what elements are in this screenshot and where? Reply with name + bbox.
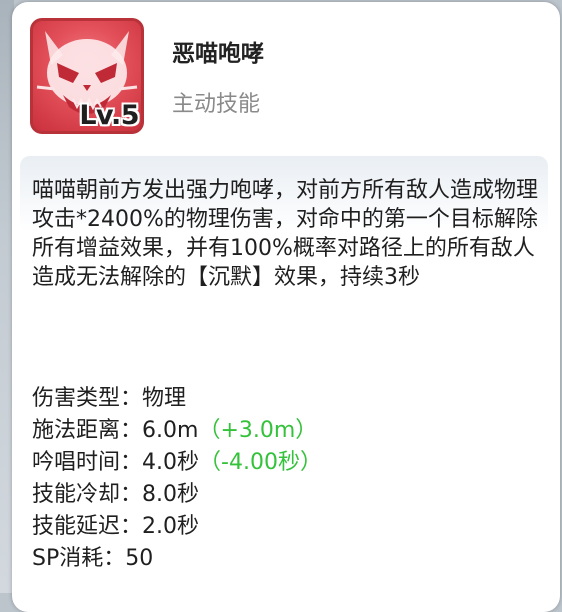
skill-name: 恶喵咆哮 <box>172 41 264 67</box>
stat-value: 6.0m <box>142 418 199 443</box>
skill-level-badge: Lv.5 <box>79 100 139 131</box>
stat-label: SP消耗： <box>32 546 126 571</box>
stat-label: 技能延迟： <box>32 514 143 539</box>
stat-bonus: （+3.0m） <box>198 418 318 443</box>
stat-label: 施法距离： <box>32 418 143 443</box>
stat-cast-range: 施法距离：6.0m（+3.0m） <box>32 415 542 447</box>
stat-value: 2.0秒 <box>142 514 200 539</box>
stat-cooldown: 技能冷却：8.0秒 <box>32 479 542 511</box>
stat-value: 物理 <box>142 386 187 411</box>
stat-value: 4.0秒 <box>142 450 200 475</box>
stat-label: 伤害类型： <box>32 386 143 411</box>
stat-label: 吟唱时间： <box>32 450 143 475</box>
stat-sp-cost: SP消耗：50 <box>32 543 542 575</box>
skill-stats: 伤害类型：物理 施法距离：6.0m（+3.0m） 吟唱时间：4.0秒（-4.00… <box>32 383 542 575</box>
stat-label: 技能冷却： <box>32 482 143 507</box>
skill-icon: Lv.5 <box>30 18 144 134</box>
stat-value: 50 <box>125 546 154 571</box>
skill-description: 喵喵朝前方发出强力咆哮，对前方所有敌人造成物理攻击*2400%的物理伤害，对命中… <box>32 178 539 290</box>
stat-bonus: （-4.00秒） <box>199 450 322 475</box>
stat-damage-type: 伤害类型：物理 <box>32 383 542 415</box>
stat-value: 8.0秒 <box>142 482 200 507</box>
stat-skill-delay: 技能延迟：2.0秒 <box>32 511 542 543</box>
stat-cast-time: 吟唱时间：4.0秒（-4.00秒） <box>32 447 542 479</box>
skill-type: 主动技能 <box>172 92 261 117</box>
